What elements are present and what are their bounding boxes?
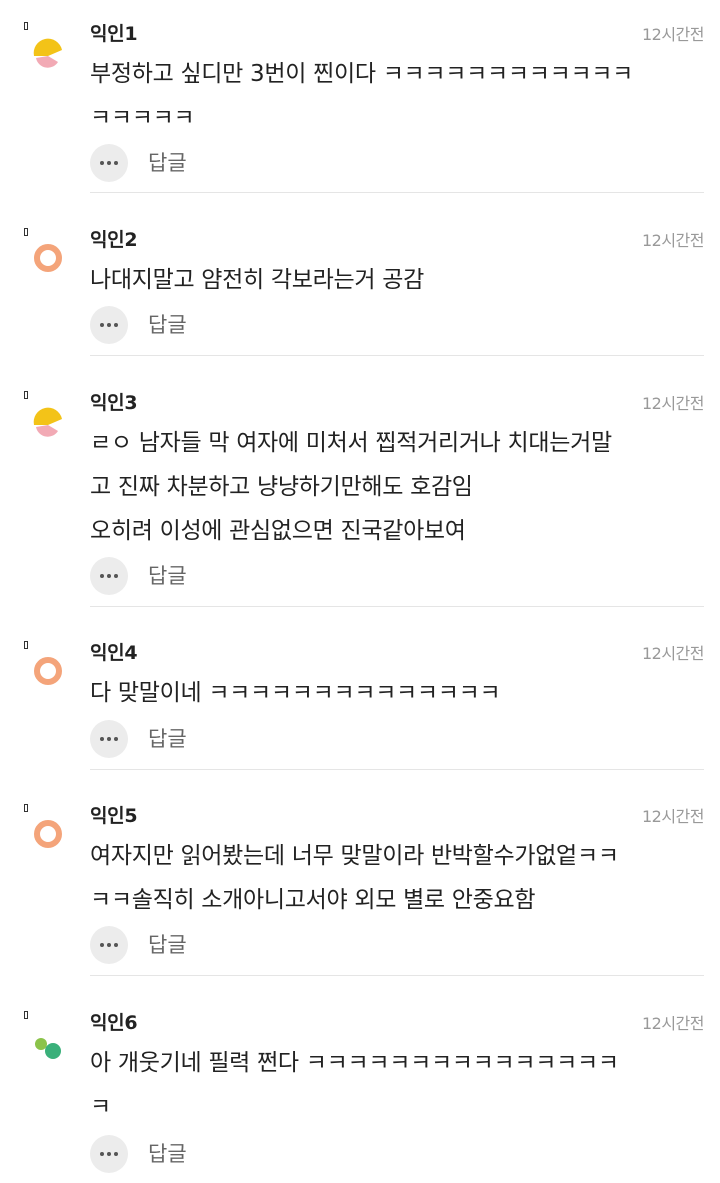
dot-icon [107, 574, 111, 578]
dot-icon [107, 943, 111, 947]
dot-icon [107, 1152, 111, 1156]
comment-item: 익인4 12시간전 다 맞말이네 ㅋㅋㅋㅋㅋㅋㅋㅋㅋㅋㅋㅋㅋㅋ 답글 [0, 641, 720, 770]
timestamp: 12시간전 [641, 644, 705, 663]
comment-text: 부정하고 싶디만 3번이 찐이다 ㅋㅋㅋㅋㅋㅋㅋㅋㅋㅋㅋㅋ ㅋㅋㅋㅋㅋ [90, 61, 634, 131]
reply-button[interactable]: 답글 [148, 144, 187, 182]
comment-text: 아 개웃기네 필력 쩐다 ㅋㅋㅋㅋㅋㅋㅋㅋㅋㅋㅋㅋㅋㅋㅋ ㅋ [90, 1050, 619, 1120]
comment-text: 나대지말고 얌전히 각보라는거 공감 [90, 267, 424, 293]
avatar [30, 1023, 66, 1063]
author-name: 익인5 [90, 805, 138, 827]
dot-icon [100, 943, 104, 947]
divider [90, 192, 704, 193]
comment-item: 익인3 12시간전 ㄹㅇ 남자들 막 여자에 미처서 찝적거리거나 치대는거말 … [0, 391, 720, 607]
dot-icon [100, 323, 104, 327]
dot-icon [114, 161, 118, 165]
badge-icon [24, 391, 28, 399]
comment-item: 익인5 12시간전 여자지만 읽어봤는데 너무 맞말이라 반박할수가없엍ㅋㅋ ㅋ… [0, 804, 720, 976]
dot-icon [114, 323, 118, 327]
reply-button[interactable]: 답글 [148, 720, 187, 758]
author-name: 익인2 [90, 229, 138, 251]
avatar [30, 240, 66, 280]
dot-icon [100, 737, 104, 741]
divider [90, 769, 704, 770]
dot-icon [100, 1152, 104, 1156]
author-name: 익인1 [90, 23, 138, 45]
more-options-button[interactable] [90, 557, 128, 595]
timestamp: 12시간전 [641, 394, 705, 413]
avatar [30, 34, 66, 74]
more-options-button[interactable] [90, 926, 128, 964]
avatar [30, 816, 66, 856]
avatar [30, 653, 66, 693]
dot-icon [114, 737, 118, 741]
more-options-button[interactable] [90, 306, 128, 344]
timestamp: 12시간전 [641, 1014, 705, 1033]
dot-icon [114, 943, 118, 947]
timestamp: 12시간전 [641, 807, 705, 826]
divider [90, 355, 704, 356]
reply-button[interactable]: 답글 [148, 1135, 187, 1173]
more-options-button[interactable] [90, 1135, 128, 1173]
comment-text: 다 맞말이네 ㅋㅋㅋㅋㅋㅋㅋㅋㅋㅋㅋㅋㅋㅋ [90, 680, 501, 706]
dot-icon [107, 161, 111, 165]
dot-icon [100, 161, 104, 165]
timestamp: 12시간전 [641, 231, 705, 250]
more-options-button[interactable] [90, 720, 128, 758]
comment-item: 익인2 12시간전 나대지말고 얌전히 각보라는거 공감 답글 [0, 228, 720, 356]
timestamp: 12시간전 [641, 25, 705, 44]
dot-icon [100, 574, 104, 578]
badge-icon [24, 22, 28, 30]
more-options-button[interactable] [90, 144, 128, 182]
author-name: 익인4 [90, 642, 138, 664]
divider [90, 606, 704, 607]
dot-icon [114, 574, 118, 578]
dot-icon [114, 1152, 118, 1156]
author-name: 익인6 [90, 1012, 138, 1034]
badge-icon [24, 1011, 28, 1019]
author-name: 익인3 [90, 392, 138, 414]
reply-button[interactable]: 답글 [148, 557, 187, 595]
badge-icon [24, 228, 28, 236]
divider [90, 975, 704, 976]
reply-button[interactable]: 답글 [148, 926, 187, 964]
comment-text: ㄹㅇ 남자들 막 여자에 미처서 찝적거리거나 치대는거말 고 진짜 차분하고 … [90, 430, 612, 544]
badge-icon [24, 804, 28, 812]
comment-item: 익인1 12시간전 부정하고 싶디만 3번이 찐이다 ㅋㅋㅋㅋㅋㅋㅋㅋㅋㅋㅋㅋ … [0, 22, 720, 193]
dot-icon [107, 737, 111, 741]
comment-item: 익인6 12시간전 아 개웃기네 필력 쩐다 ㅋㅋㅋㅋㅋㅋㅋㅋㅋㅋㅋㅋㅋㅋㅋ ㅋ… [0, 1011, 720, 1181]
avatar [30, 403, 66, 443]
badge-icon [24, 641, 28, 649]
reply-button[interactable]: 답글 [148, 306, 187, 344]
comment-text: 여자지만 읽어봤는데 너무 맞말이라 반박할수가없엍ㅋㅋ ㅋㅋ솔직히 소개아니고… [90, 843, 619, 913]
dot-icon [107, 323, 111, 327]
